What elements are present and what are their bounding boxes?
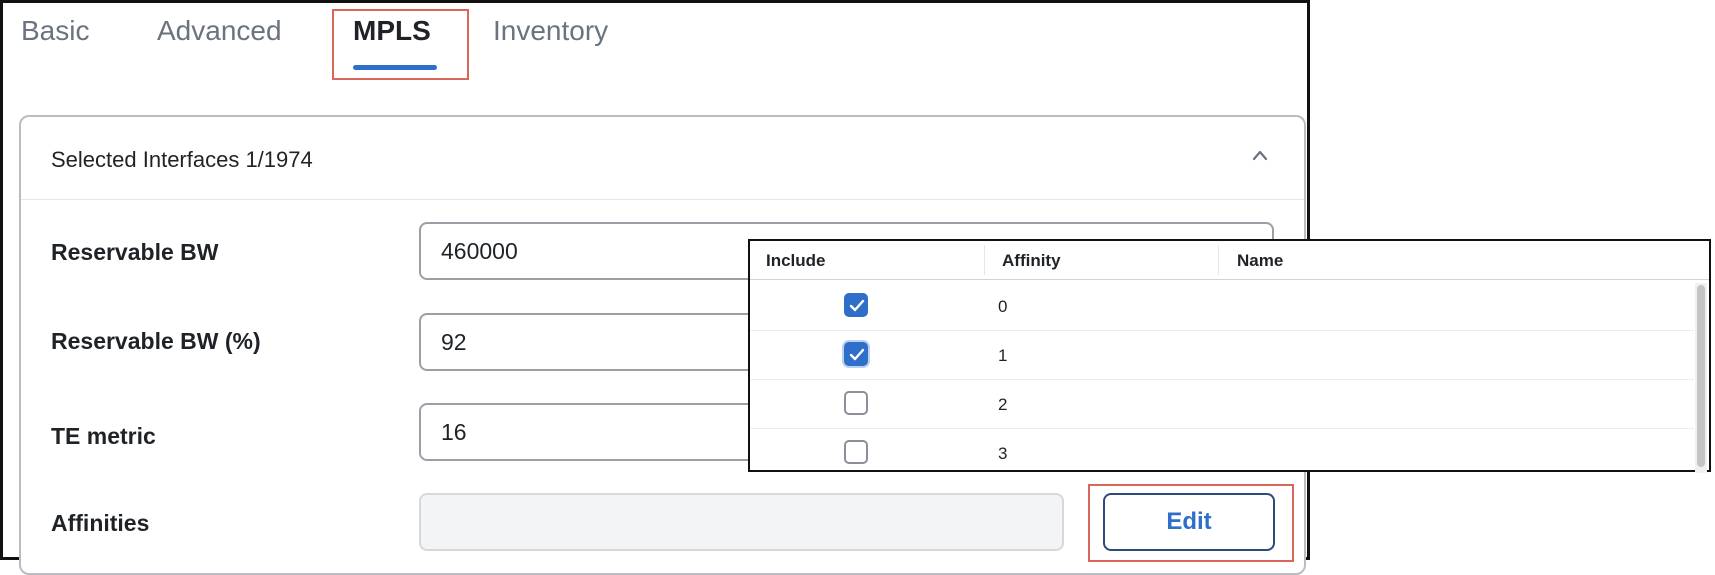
affinities-input: [419, 493, 1064, 551]
affinity-value: 1: [998, 346, 1008, 365]
table-row: 0: [750, 281, 1694, 331]
affinities-label: Affinities: [51, 510, 150, 536]
scrollbar-thumb[interactable]: [1697, 285, 1705, 467]
include-checkbox[interactable]: [844, 342, 868, 366]
edit-button-highlight: [1088, 484, 1294, 562]
column-header-affinity[interactable]: Affinity: [1002, 251, 1061, 271]
tab-inventory[interactable]: Inventory: [493, 15, 608, 47]
reservable-bw-pct-label: Reservable BW (%): [51, 328, 261, 354]
table-row: 3: [750, 428, 1694, 477]
column-header-include[interactable]: Include: [766, 251, 826, 271]
affinity-popup: Include Affinity Name 0 1 2 3: [748, 239, 1711, 473]
tab-basic[interactable]: Basic: [21, 15, 89, 47]
chevron-up-icon[interactable]: [1252, 149, 1268, 163]
table-row: 1: [750, 330, 1694, 380]
column-divider: [984, 245, 985, 275]
mpls-tab-highlight: [332, 9, 469, 80]
panel-title: Selected Interfaces 1/1974: [51, 147, 313, 172]
affinity-value: 2: [998, 395, 1008, 414]
column-divider: [1218, 245, 1219, 275]
include-checkbox[interactable]: [844, 293, 868, 317]
tab-advanced[interactable]: Advanced: [157, 15, 282, 47]
affinity-value: 0: [998, 297, 1008, 316]
te-metric-label: TE metric: [51, 423, 156, 449]
column-header-name[interactable]: Name: [1237, 251, 1283, 271]
reservable-bw-label: Reservable BW: [51, 239, 219, 265]
popup-scrollbar[interactable]: [1695, 283, 1707, 473]
include-checkbox[interactable]: [844, 391, 868, 415]
affinity-value: 3: [998, 444, 1008, 463]
panel-header[interactable]: Selected Interfaces 1/1974: [21, 117, 1304, 200]
affinity-table-header: Include Affinity Name: [750, 241, 1709, 280]
include-checkbox[interactable]: [844, 440, 868, 464]
table-row: 2: [750, 379, 1694, 429]
